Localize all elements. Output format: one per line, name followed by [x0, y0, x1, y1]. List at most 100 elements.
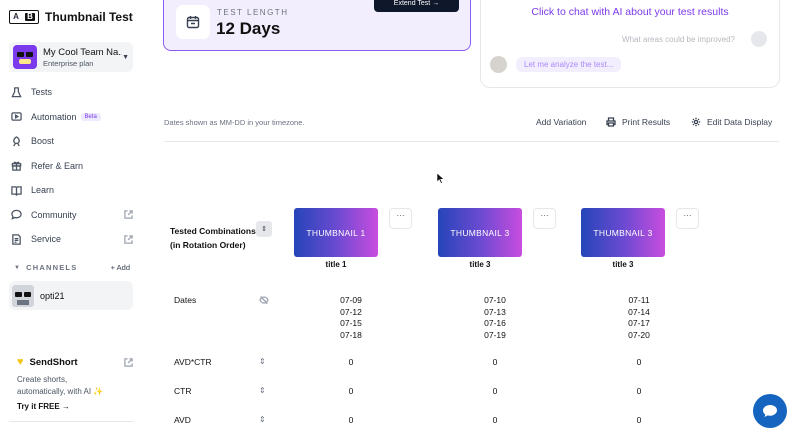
timezone-note: Dates shown as MM-DD in your timezone. [164, 118, 305, 127]
external-link-icon [124, 357, 133, 367]
sidebar-item-label: Learn [31, 185, 55, 196]
sidebar-item-boost[interactable]: Boost [9, 129, 133, 154]
add-channel-button[interactable]: + Add [111, 263, 130, 272]
metric-cell: 0 [636, 386, 642, 396]
eye-off-icon[interactable] [259, 295, 269, 307]
dates-cell: 07-11 07-14 07-17 07-20 [628, 295, 650, 340]
ai-response: Let me analyze the test... [516, 57, 622, 72]
add-variation-label: Add Variation [536, 117, 587, 127]
variation-column-1: THUMBNAIL 1 title 1 [294, 208, 378, 269]
thumbnail-preview[interactable]: THUMBNAIL 3 [438, 208, 522, 257]
team-plan: Enterprise plan [43, 58, 94, 68]
mouse-cursor-icon [437, 173, 445, 184]
printer-icon [606, 117, 616, 127]
dates-cell: 07-10 07-13 07-16 07-19 [484, 295, 506, 340]
sidebar-item-automation[interactable]: Automation Beta [9, 105, 133, 130]
external-link-icon [124, 210, 133, 219]
chat-panel-title[interactable]: Click to chat with AI about your test re… [481, 6, 779, 18]
metric-cell: 0 [636, 357, 642, 367]
promo-text: Create shorts, automatically, with AI ✨ [17, 375, 104, 396]
sidebar-item-label: Boost [31, 136, 55, 147]
sort-icon[interactable]: ⇕ [259, 415, 266, 424]
sidebar-item-label: Automation [31, 111, 77, 122]
row-label-avd: AVD [174, 415, 191, 425]
beaker-icon [9, 85, 23, 99]
sort-icon[interactable]: ⇕ [259, 386, 266, 395]
sidebar-item-label: Community [31, 209, 77, 220]
sidebar: AB Thumbnail Test My Cool Team Na... Ent… [0, 0, 145, 439]
user-avatar [751, 31, 767, 47]
test-length-label: TEST LENGTH [217, 8, 289, 17]
channel-avatar [12, 284, 34, 307]
metric-cell: 0 [492, 357, 498, 367]
print-results-button[interactable]: Print Results [606, 117, 670, 127]
metric-cell: 0 [492, 415, 498, 425]
dates-cell: 07-09 07-12 07-15 07-18 [340, 295, 362, 340]
extend-test-button[interactable]: Extend Test → [374, 0, 459, 12]
test-length-card: TEST LENGTH 12 Days Extend Test → [163, 0, 471, 51]
metric-cell: 0 [348, 357, 354, 367]
user-question: What areas could be improved? [622, 35, 735, 44]
print-results-label: Print Results [622, 117, 671, 127]
sendshort-promo[interactable]: ♥ SendShort Create shorts, automatically… [9, 350, 133, 422]
service-icon [9, 232, 23, 246]
app-title: Thumbnail Test [45, 10, 133, 24]
metric-cell: 0 [492, 386, 498, 396]
sidebar-item-label: Refer & Earn [31, 160, 84, 171]
chat-bubble-icon [763, 405, 777, 417]
metric-cell: 0 [636, 415, 642, 425]
team-switcher[interactable]: My Cool Team Na... Enterprise plan ▼ [9, 42, 133, 72]
sidebar-item-refer[interactable]: Refer & Earn [9, 154, 133, 179]
ai-chat-panel[interactable]: Click to chat with AI about your test re… [480, 0, 780, 88]
heart-icon: ♥ [17, 356, 24, 368]
ai-avatar [490, 56, 507, 73]
team-avatar [13, 45, 37, 69]
variation-column-2: THUMBNAIL 3 title 3 [438, 208, 522, 269]
sidebar-item-service[interactable]: Service [9, 227, 133, 252]
calendar-icon [176, 5, 210, 39]
channel-name: opti21 [40, 290, 65, 301]
gear-icon [691, 117, 701, 127]
more-options-button[interactable]: ··· [389, 208, 412, 229]
variation-title: title 1 [325, 260, 347, 269]
beta-badge: Beta [80, 112, 101, 121]
edit-data-display-button[interactable]: Edit Data Display [691, 117, 772, 127]
team-name: My Cool Team Na... [43, 46, 123, 58]
promo-cta-link[interactable]: Try it FREE → [17, 402, 133, 411]
channels-heading: CHANNELS [26, 263, 78, 272]
row-label-ctr: CTR [174, 386, 192, 396]
sidebar-item-learn[interactable]: Learn [9, 178, 133, 203]
play-icon [9, 110, 23, 124]
more-options-button[interactable]: ··· [676, 208, 699, 229]
variation-title: title 3 [469, 260, 491, 269]
sort-icon[interactable]: ⇕ [259, 357, 266, 366]
row-label-avd-ctr: AVD*CTR [174, 357, 212, 367]
gift-icon [9, 159, 23, 173]
metric-cell: 0 [348, 386, 354, 396]
chevron-down-icon[interactable]: ▼ [14, 265, 21, 271]
variation-title: title 3 [612, 260, 634, 269]
thumbnail-preview[interactable]: THUMBNAIL 1 [294, 208, 378, 257]
sidebar-item-community[interactable]: Community [9, 203, 133, 228]
channel-item[interactable]: opti21 [9, 281, 133, 310]
channels-header: ▼ CHANNELS + Add [14, 263, 130, 272]
sort-button[interactable]: ⇕ [256, 221, 272, 237]
tested-combinations-label: Tested Combinations: (in Rotation Order) [170, 226, 259, 250]
edit-data-display-label: Edit Data Display [707, 117, 773, 127]
add-variation-button[interactable]: Add Variation [536, 117, 586, 127]
more-options-button[interactable]: ··· [533, 208, 556, 229]
thumbnail-preview[interactable]: THUMBNAIL 3 [581, 208, 665, 257]
promo-title: SendShort [29, 356, 78, 368]
app-logo[interactable]: AB Thumbnail Test [9, 10, 133, 24]
book-icon [9, 183, 23, 197]
test-length-value: 12 Days [216, 19, 281, 38]
support-chat-button[interactable] [753, 394, 787, 428]
divider [164, 141, 779, 142]
chevron-down-icon: ▼ [122, 53, 129, 61]
metric-cell: 0 [348, 415, 354, 425]
sidebar-item-tests[interactable]: Tests [9, 80, 133, 105]
row-label-dates: Dates [174, 295, 197, 305]
sidebar-nav: Tests Automation Beta Boost Refer & Earn… [9, 80, 133, 252]
sidebar-item-label: Service [31, 234, 62, 245]
variation-column-3: THUMBNAIL 3 title 3 [581, 208, 665, 269]
